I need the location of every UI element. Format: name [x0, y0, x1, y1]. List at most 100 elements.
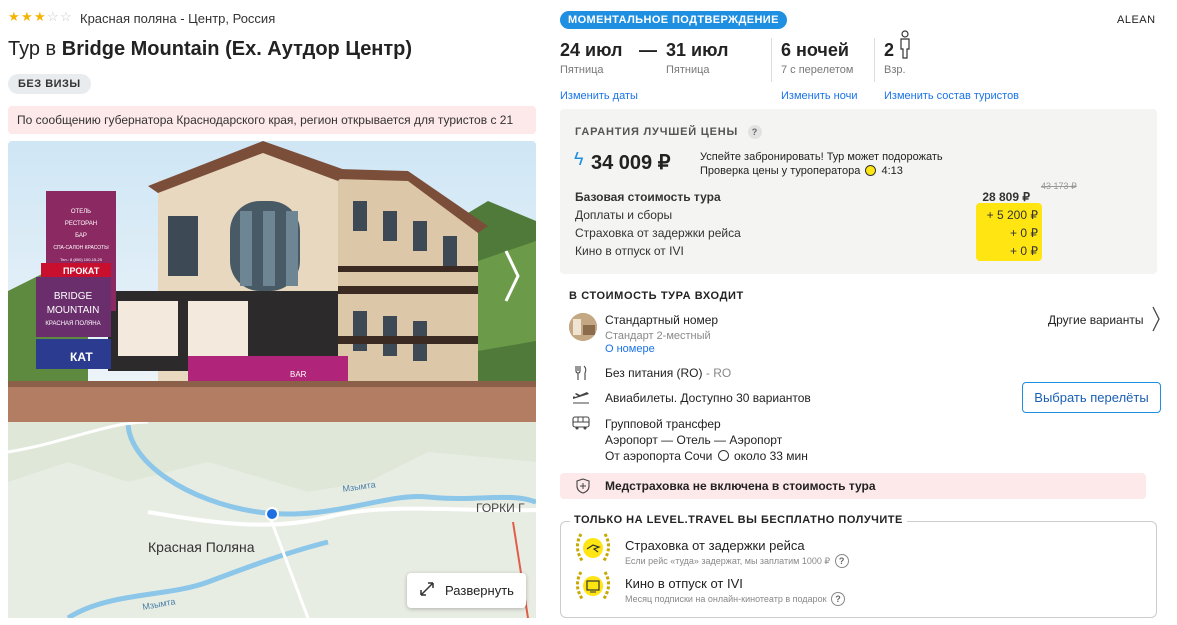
date-to-day: Пятница: [666, 64, 710, 76]
bonus-item-sub: Если рейс «туда» задержат, мы заплатим 1…: [625, 554, 849, 568]
laurel-insurance-icon: [573, 530, 613, 571]
price-row-label: Страховка от задержки рейса: [575, 226, 741, 240]
lightning-icon: ϟ: [574, 149, 584, 169]
expand-label: Развернуть: [445, 583, 514, 598]
date-from-day: Пятница: [560, 64, 604, 76]
bar-sign: BAR: [290, 370, 307, 379]
logo-line: КРАСНАЯ ПОЛЯНА: [45, 321, 100, 327]
date-dash: —: [639, 40, 657, 60]
bonus-heading: ТОЛЬКО НА LEVEL.TRAVEL ВЫ БЕСПЛАТНО ПОЛУ…: [570, 514, 907, 526]
expand-icon: [419, 581, 435, 600]
other-options-link[interactable]: Другие варианты: [1048, 313, 1143, 327]
hotel-photo-illustration: BAR ОТЕЛЬ РЕСТОРАН БАР СПА-САЛОН КРАСОТЫ…: [8, 141, 536, 422]
hotel-stars: ★ ★ ★ ☆ ☆: [8, 9, 72, 24]
timer-icon: [865, 165, 877, 176]
change-dates-link[interactable]: Изменить даты: [560, 90, 638, 102]
about-room-link[interactable]: О номере: [605, 343, 655, 355]
star-empty-icon: ☆: [47, 9, 59, 24]
room-title: Стандартный номер: [605, 313, 719, 327]
hurry-line: Успейте забронировать! Тур может подорож…: [700, 151, 943, 163]
transfer-time: около 33 мин: [733, 449, 808, 463]
timer-value: 4:13: [881, 165, 903, 177]
logo-line: MOUNTAIN: [47, 305, 100, 316]
choose-flights-button[interactable]: Выбрать перелёты: [1022, 382, 1161, 413]
bonus-sub-text: Если рейс «туда» задержат, мы заплатим 1…: [625, 556, 831, 566]
prokat-sign: ПРОКАТ: [63, 266, 100, 276]
laurel-cinema-icon: [573, 568, 613, 609]
adults-sub: Взр.: [884, 64, 906, 76]
meal-label: Без питания (RO): [605, 366, 703, 380]
star-icon: ★: [21, 9, 33, 24]
date-from: 24 июл: [560, 40, 623, 60]
map-expand-button[interactable]: Развернуть: [407, 573, 526, 608]
help-icon[interactable]: ?: [831, 592, 846, 606]
map-gorki-label: ГОРКИ Г: [476, 501, 525, 515]
transfer-route: Аэропорт — Отель — Аэропорт: [605, 433, 783, 447]
sign-line: СПА-САЛОН КРАСОТЫ: [53, 245, 109, 251]
date-to: 31 июл: [666, 40, 729, 60]
bonus-sub-text: Месяц подписки на онлайн-кинотеатр в под…: [625, 594, 827, 604]
best-price-guarantee: ГАРАНТИЯ ЛУЧШЕЙ ЦЕНЫ ?: [575, 125, 762, 139]
star-icon: ★: [34, 9, 46, 24]
transfer-duration: От аэропорта Сочи около 33 мин: [605, 449, 808, 463]
price-row-value: + 5 200 ₽: [986, 208, 1038, 222]
visa-badge: БЕЗ ВИЗЫ: [8, 74, 91, 94]
star-icon: ★: [8, 9, 20, 24]
sign-line: БАР: [75, 233, 87, 239]
bonus-item-title: Страховка от задержки рейса: [625, 538, 805, 553]
price-check-row: Проверка цены у туроператора 4:13: [700, 164, 943, 178]
transfer-title: Групповой трансфер: [605, 417, 721, 431]
shield-icon: [576, 478, 590, 499]
sign-line: ОТЕЛЬ: [71, 209, 91, 215]
hotel-location[interactable]: Красная поляна - Центр, Россия: [80, 11, 275, 26]
meal-code: - RO: [705, 366, 732, 380]
price-row-value: + 0 ₽: [1010, 226, 1038, 240]
bus-icon: [571, 416, 591, 433]
plane-icon: [571, 390, 591, 407]
logo-line: BRIDGE: [54, 291, 93, 302]
med-notice-text: Медстраховка не включена в стоимость тур…: [605, 479, 876, 493]
hurry-message: Успейте забронировать! Тур может подорож…: [700, 150, 943, 178]
nights-sub: 7 с перелетом: [781, 64, 854, 76]
instant-confirmation-badge: МОМЕНТАЛЬНОЕ ПОДТВЕРЖДЕНИЕ: [560, 11, 787, 29]
bonus-item-title: Кино в отпуск от IVI: [625, 576, 743, 591]
person-icon: [898, 30, 912, 65]
flights-info: Авиабилеты. Доступно 30 вариантов: [605, 391, 811, 405]
meal-icon: [571, 365, 591, 384]
included-heading: В СТОИМОСТЬ ТУРА ВХОДИТ: [569, 290, 744, 302]
tour-operator: ALEAN: [1117, 14, 1156, 26]
hurry-line: Проверка цены у туроператора: [700, 165, 861, 177]
hotel-photo[interactable]: BAR ОТЕЛЬ РЕСТОРАН БАР СПА-САЛОН КРАСОТЫ…: [8, 141, 536, 422]
base-price-label: Базовая стоимость тура: [575, 190, 721, 204]
chevron-right-icon[interactable]: [1151, 305, 1161, 338]
adults-count: 2: [884, 40, 895, 60]
medical-insurance-notice: Медстраховка не включена в стоимость тур…: [560, 473, 1146, 499]
price-row-value: + 0 ₽: [1010, 244, 1038, 258]
star-empty-icon: ☆: [60, 9, 72, 24]
change-nights-link[interactable]: Изменить ночи: [781, 90, 858, 102]
nights-count: 6 ночей: [781, 40, 849, 60]
old-price: 43 173 ₽: [1041, 181, 1077, 191]
sign-line: Тел.: 8 (800) 100-15-25: [60, 257, 103, 262]
sign-line: РЕСТОРАН: [65, 221, 97, 227]
title-prefix: Тур в: [8, 38, 57, 60]
clock-icon: [717, 450, 729, 461]
page-title: Тур в Bridge Mountain (Ex. Аутдор Центр): [8, 38, 412, 61]
price-row-label: Кино в отпуск от IVI: [575, 244, 684, 258]
hotel-name: Bridge Mountain (Ex. Аутдор Центр): [61, 38, 413, 60]
meal-plan: Без питания (RO) - RO: [605, 366, 731, 380]
transfer-from: От аэропорта Сочи: [605, 449, 713, 463]
map-town-label: Красная Поляна: [148, 539, 255, 555]
logo-bottom: КАТ: [70, 350, 93, 364]
base-price-value: 28 809 ₽: [982, 190, 1030, 204]
room-thumbnail[interactable]: [569, 313, 597, 341]
region-notice: По сообщению губернатора Краснодарского …: [8, 106, 536, 155]
price-row-label: Доплаты и сборы: [575, 208, 673, 222]
bonus-item-sub: Месяц подписки на онлайн-кинотеатр в под…: [625, 592, 846, 606]
help-icon[interactable]: ?: [834, 554, 849, 568]
change-tourists-link[interactable]: Изменить состав туристов: [884, 90, 1019, 102]
divider: [771, 38, 772, 82]
help-icon[interactable]: ?: [747, 125, 762, 139]
guarantee-label: ГАРАНТИЯ ЛУЧШЕЙ ЦЕНЫ: [575, 126, 739, 138]
total-price: 34 009 ₽: [591, 152, 671, 174]
